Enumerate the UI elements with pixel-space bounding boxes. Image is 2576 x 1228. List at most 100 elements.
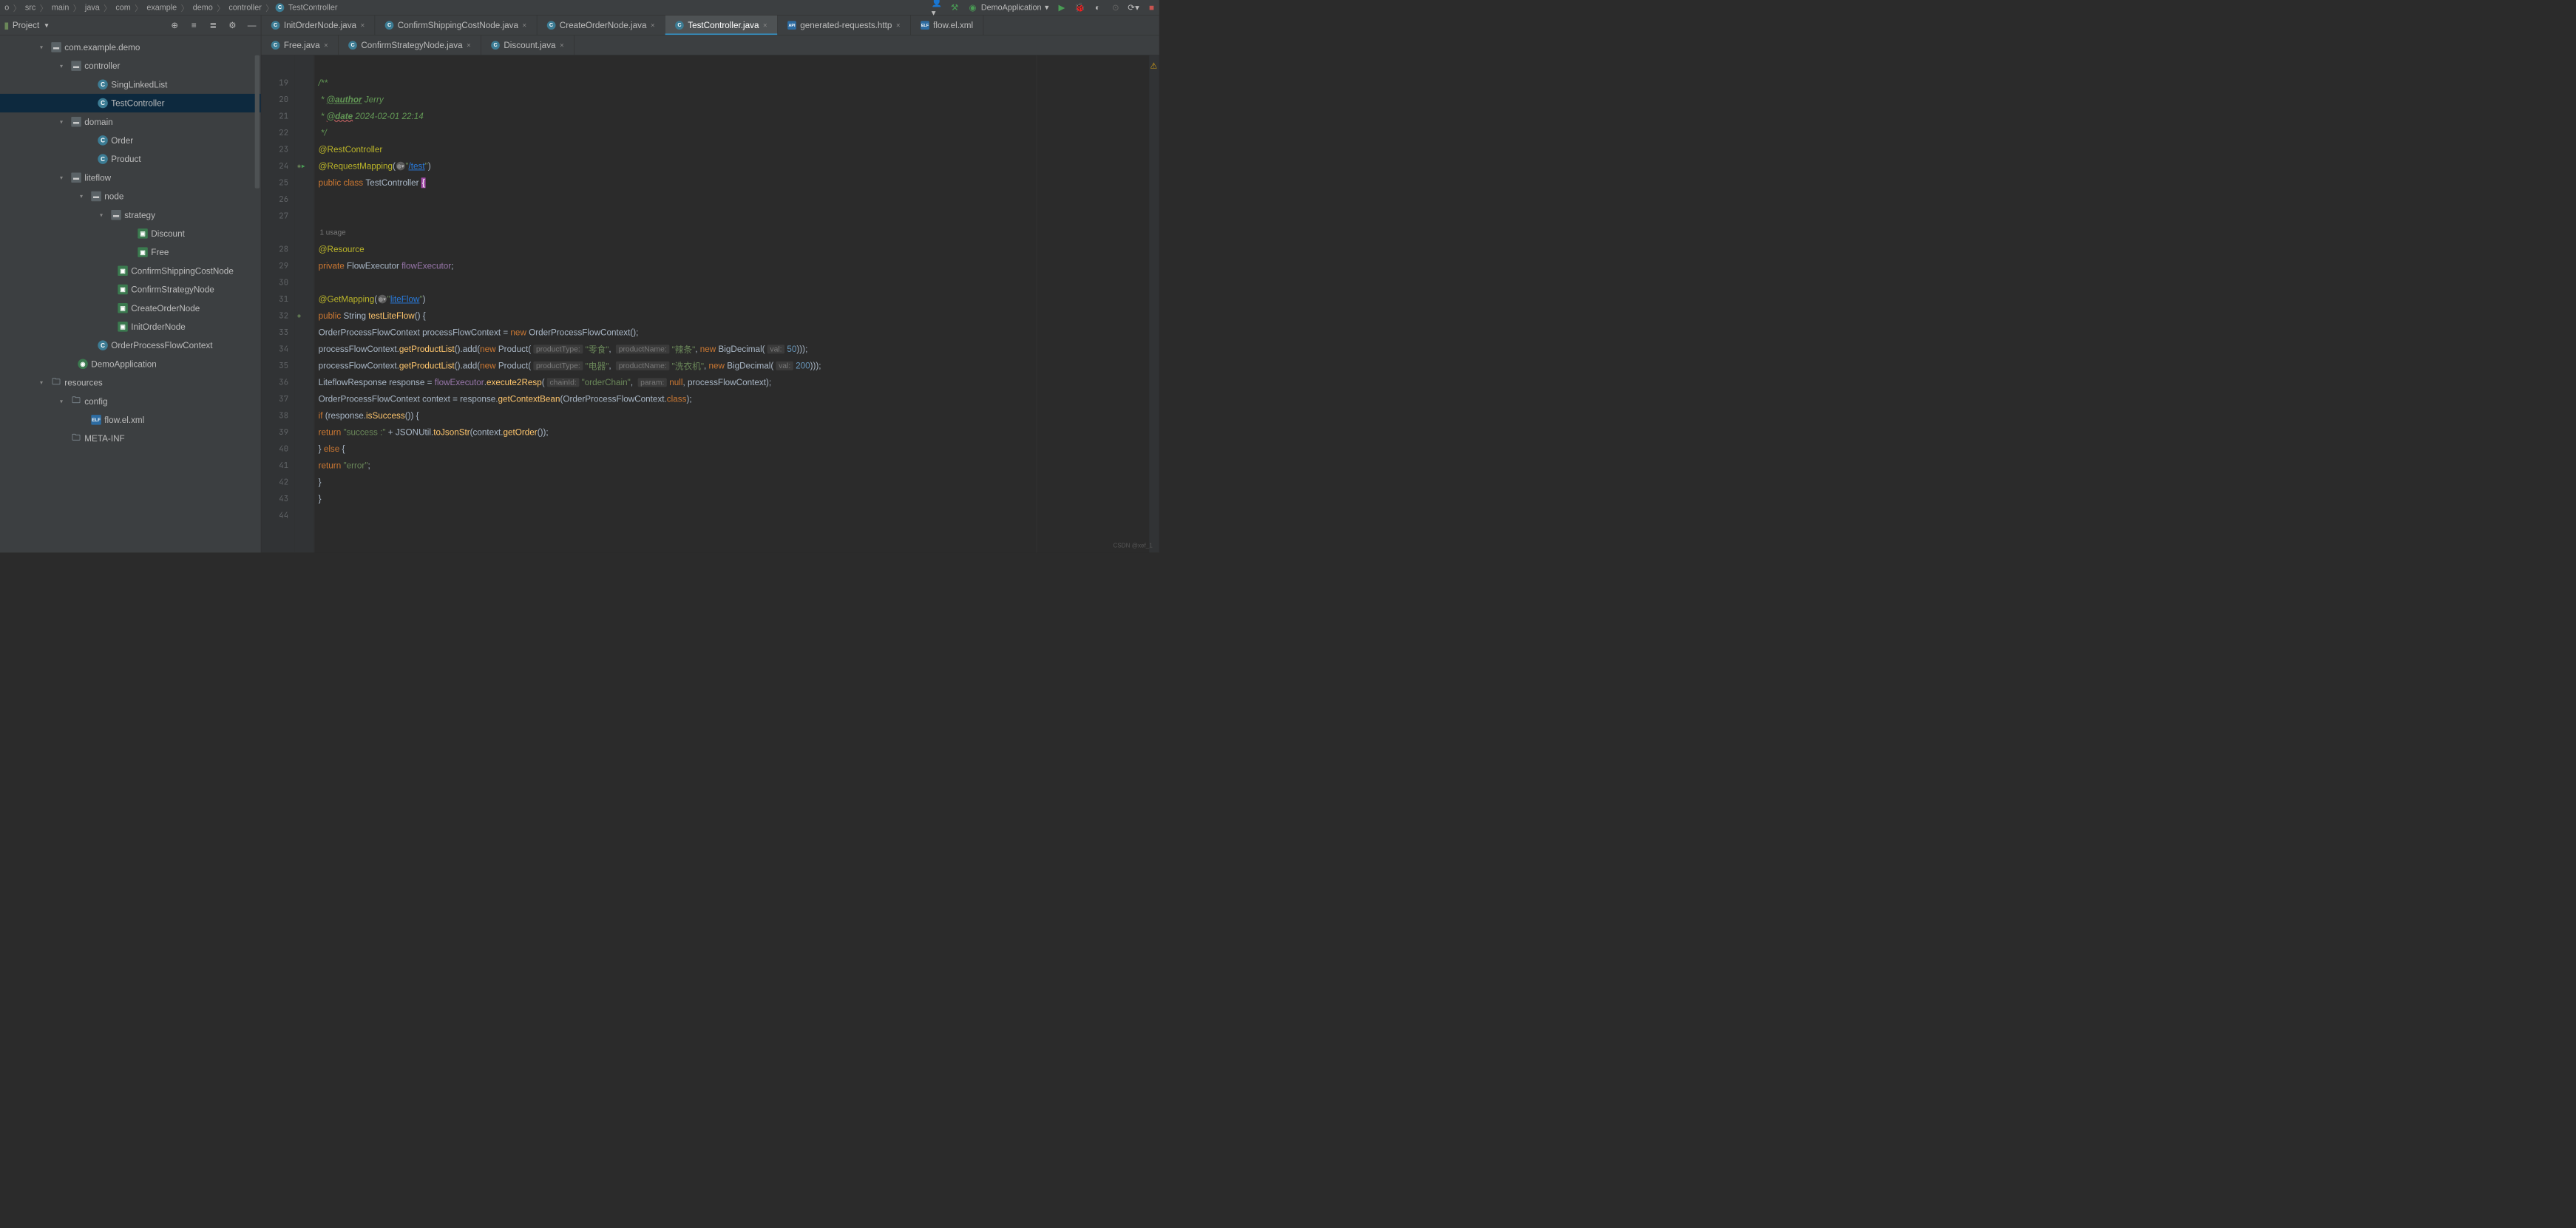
tree-item-resources[interactable]: ▾🗀resources — [0, 373, 261, 392]
tab-testcontroller-java[interactable]: CTestController.java× — [665, 16, 778, 35]
settings-icon[interactable]: ⚙ — [228, 20, 238, 30]
close-icon[interactable]: × — [467, 41, 471, 50]
code-line[interactable]: processFlowContext.getProductList().add(… — [319, 341, 1150, 358]
tree-item-meta-inf[interactable]: 🗀META-INF — [0, 430, 261, 448]
code-line[interactable]: } — [319, 490, 1150, 507]
stop-icon[interactable]: ■ — [1147, 2, 1157, 13]
breadcrumb[interactable]: o〉 src〉 main〉 java〉 com〉 example〉 demo〉 … — [3, 1, 340, 13]
code-line[interactable]: return "success :" + JSONUtil.toJsonStr(… — [319, 424, 1150, 441]
code-line[interactable]: public String testLiteFlow() { — [319, 308, 1150, 325]
code-line[interactable]: return "error"; — [319, 457, 1150, 474]
actions-icon[interactable]: ⟳▾ — [1128, 2, 1139, 13]
run-icon[interactable]: ▶ — [1057, 2, 1067, 13]
tab-initordernode-java[interactable]: CInitOrderNode.java× — [261, 16, 375, 35]
tree-arrow-icon[interactable]: ▾ — [40, 44, 48, 50]
tree-item-domain[interactable]: ▾▬domain — [0, 112, 261, 131]
tab-discount-java[interactable]: CDiscount.java× — [481, 35, 574, 55]
crumb-0[interactable]: o — [3, 2, 11, 13]
tab-generated-requests-http[interactable]: APIgenerated-requests.http× — [778, 16, 911, 35]
select-opened-icon[interactable]: ⊕ — [170, 20, 180, 30]
close-icon[interactable]: × — [763, 21, 767, 30]
tree-item-order[interactable]: COrder — [0, 131, 261, 149]
tree-item-controller[interactable]: ▾▬controller — [0, 57, 261, 75]
debug-icon[interactable]: 🐞 — [1075, 2, 1085, 13]
tree-arrow-icon[interactable]: ▾ — [80, 193, 88, 200]
code-line[interactable]: private FlowExecutor flowExecutor; — [319, 257, 1150, 274]
code-line[interactable]: } else { — [319, 441, 1150, 458]
code-line[interactable]: public class TestController { — [319, 174, 1150, 191]
crumb-5[interactable]: example — [145, 2, 179, 13]
tree-item-discount[interactable]: ▣Discount — [0, 224, 261, 242]
tree-item-confirmstrategynode[interactable]: ▣ConfirmStrategyNode — [0, 280, 261, 299]
close-icon[interactable]: × — [560, 41, 564, 50]
gutter-bean-icon[interactable]: ◉ — [297, 308, 312, 325]
crumb-3[interactable]: java — [83, 2, 101, 13]
tree-arrow-icon[interactable]: ▾ — [60, 174, 68, 181]
crumb-4[interactable]: com — [114, 2, 133, 13]
tree-item-orderprocessflowcontext[interactable]: COrderProcessFlowContext — [0, 336, 261, 355]
tree-item-testcontroller[interactable]: CTestController — [0, 94, 261, 112]
tree-arrow-icon[interactable]: ▾ — [60, 62, 68, 69]
tab-confirmshippingcostnode-java[interactable]: CConfirmShippingCostNode.java× — [375, 16, 537, 35]
close-icon[interactable]: × — [651, 21, 655, 30]
code-line[interactable]: LiteflowResponse response = flowExecutor… — [319, 374, 1150, 391]
hammer-icon[interactable]: ⚒ — [950, 2, 960, 13]
code-line[interactable]: OrderProcessFlowContext context = respon… — [319, 390, 1150, 407]
code-line[interactable] — [319, 507, 1150, 524]
close-icon[interactable]: × — [896, 21, 901, 30]
tree-arrow-icon[interactable]: ▾ — [60, 118, 68, 125]
tree-item-flow-el-xml[interactable]: ELFflow.el.xml — [0, 410, 261, 429]
project-tree[interactable]: ▾▬com.example.demo▾▬controllerCSingLinke… — [0, 35, 261, 553]
code-line[interactable]: OrderProcessFlowContext processFlowConte… — [319, 324, 1150, 341]
code-line[interactable]: processFlowContext.getProductList().add(… — [319, 357, 1150, 374]
code-line[interactable] — [319, 208, 1150, 225]
crumb-6[interactable]: demo — [191, 2, 214, 13]
close-icon[interactable]: × — [324, 41, 328, 50]
tab-flow-el-xml[interactable]: ELFflow.el.xml — [911, 16, 984, 35]
code-line[interactable]: * @date 2024-02-01 22:14 — [319, 108, 1150, 125]
code-line[interactable] — [319, 58, 1150, 75]
crumb-8[interactable]: TestController — [286, 2, 339, 13]
code-line[interactable]: } — [319, 474, 1150, 491]
tree-item-free[interactable]: ▣Free — [0, 243, 261, 262]
tree-item-confirmshippingcostnode[interactable]: ▣ConfirmShippingCostNode — [0, 262, 261, 280]
tab-free-java[interactable]: CFree.java× — [261, 35, 339, 55]
tab-confirmstrategynode-java[interactable]: CConfirmStrategyNode.java× — [339, 35, 481, 55]
chevron-down-icon[interactable]: ▾ — [44, 21, 48, 30]
expand-all-icon[interactable]: ≡ — [189, 20, 200, 30]
tree-item-config[interactable]: ▾🗀config — [0, 392, 261, 410]
close-icon[interactable]: × — [522, 21, 526, 30]
code-line[interactable]: @RestController — [319, 141, 1150, 158]
crumb-2[interactable]: main — [50, 2, 71, 13]
tree-item-product[interactable]: CProduct — [0, 150, 261, 169]
project-scrollbar[interactable] — [255, 55, 260, 189]
tree-arrow-icon[interactable]: ▾ — [100, 211, 108, 218]
crumb-1[interactable]: src — [23, 2, 38, 13]
code-line[interactable] — [319, 274, 1150, 291]
crumb-7[interactable]: controller — [227, 2, 264, 13]
tree-item-demoapplication[interactable]: ◉DemoApplication — [0, 355, 261, 373]
tree-arrow-icon[interactable]: ▾ — [60, 398, 68, 404]
tree-item-singlinkedlist[interactable]: CSingLinkedList — [0, 75, 261, 94]
user-icon[interactable]: 👤▾ — [932, 2, 942, 13]
tree-item-strategy[interactable]: ▾▬strategy — [0, 206, 261, 224]
gutter-run-icon[interactable]: ◉▶ — [297, 157, 312, 174]
tree-item-liteflow[interactable]: ▾▬liteflow — [0, 169, 261, 187]
tree-item-initordernode[interactable]: ▣InitOrderNode — [0, 317, 261, 336]
code-line[interactable]: @Resource — [319, 241, 1150, 258]
profiler-icon[interactable]: ⊙ — [1111, 2, 1121, 13]
coverage-icon[interactable]: ◐ — [1093, 2, 1103, 13]
code-line[interactable]: if (response.isSuccess()) { — [319, 407, 1150, 424]
close-icon[interactable]: × — [360, 21, 365, 30]
warning-icon[interactable]: ⚠ — [1150, 61, 1157, 71]
tree-item-createordernode[interactable]: ▣CreateOrderNode — [0, 299, 261, 317]
code-line[interactable]: * @author Jerry — [319, 91, 1150, 108]
tree-item-com-example-demo[interactable]: ▾▬com.example.demo — [0, 38, 261, 56]
code-line[interactable]: 1 usage — [319, 224, 1150, 241]
code-line[interactable]: */ — [319, 124, 1150, 140]
tree-item-node[interactable]: ▾▬node — [0, 187, 261, 206]
code-line[interactable] — [319, 191, 1150, 208]
hide-icon[interactable]: — — [247, 20, 257, 30]
code-line[interactable]: /** — [319, 75, 1150, 92]
tab-createordernode-java[interactable]: CCreateOrderNode.java× — [537, 16, 665, 35]
